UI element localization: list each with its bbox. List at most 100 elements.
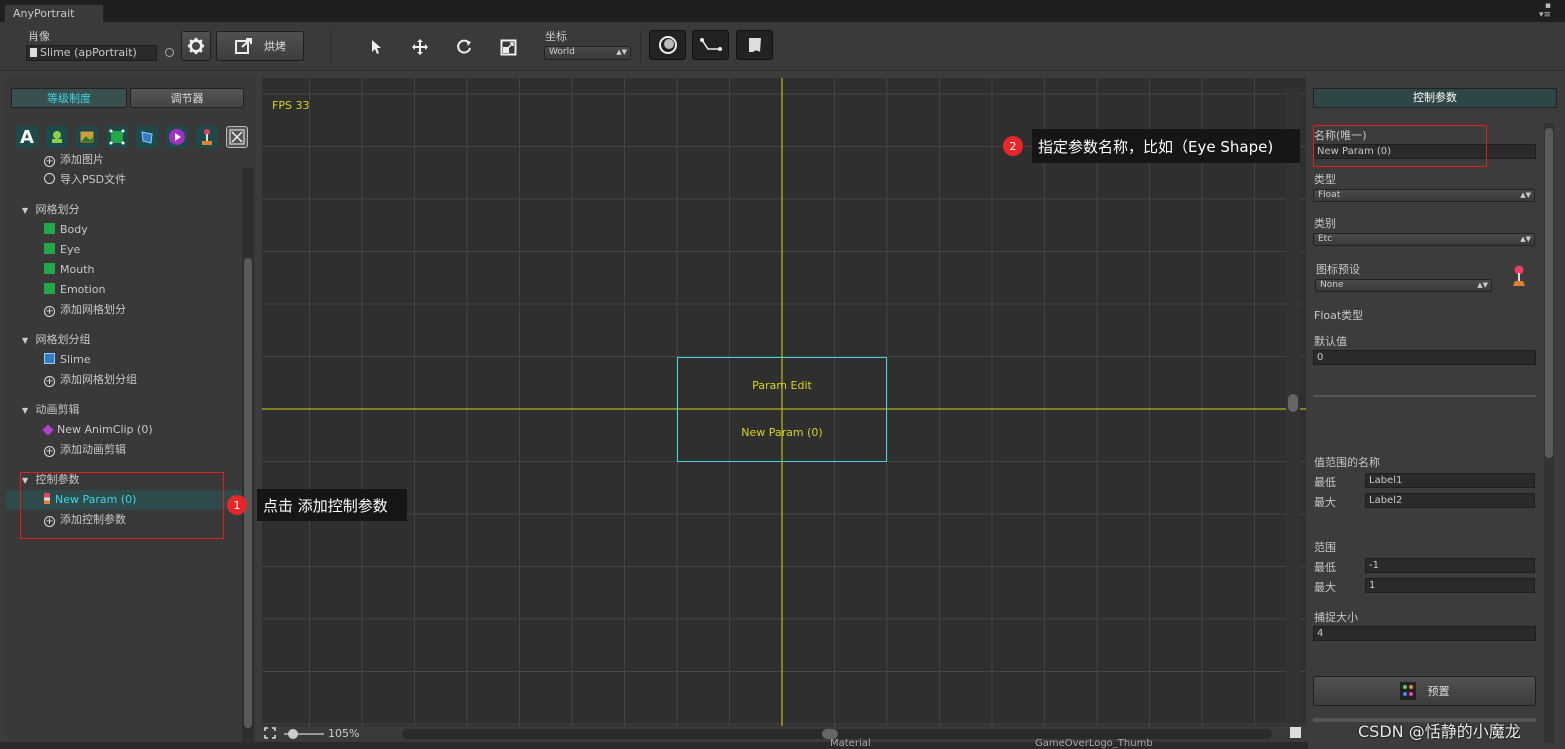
- mesh-label: Mouth: [60, 263, 95, 276]
- coord-dropdown[interactable]: World ▲▼: [544, 46, 631, 60]
- preset-label: 预置: [1427, 685, 1450, 698]
- vscroll-thumb[interactable]: [1288, 394, 1298, 412]
- add-mesh-label: 添加网格划分: [60, 303, 126, 316]
- mesh-group-section-header[interactable]: ▼ 网格划分组: [22, 330, 258, 350]
- scrollbar-thumb[interactable]: [244, 258, 252, 728]
- window-tab-bar: AnyPortrait ▪ ▾≡: [0, 0, 1565, 22]
- move-tool-button[interactable]: [408, 35, 432, 59]
- category-dropdown[interactable]: Etc ▲▼: [1313, 233, 1535, 246]
- bone-button[interactable]: [692, 30, 729, 60]
- onion-skin-button[interactable]: [649, 30, 686, 60]
- portrait-field[interactable]: Slime (apPortrait): [26, 45, 157, 61]
- cursor-icon: [372, 40, 381, 54]
- expand-arrow-icon: ▼: [22, 406, 29, 415]
- plus-circle-icon: +: [44, 156, 55, 167]
- mesh-group-icon: [44, 353, 55, 364]
- image-icon[interactable]: [76, 126, 98, 148]
- type-dropdown[interactable]: Float ▲▼: [1313, 189, 1535, 202]
- range-min-label: 最低: [1314, 561, 1336, 574]
- zoom-slider[interactable]: [284, 729, 324, 739]
- portrait-label: 肖像: [28, 30, 50, 43]
- inspector-scrollbar[interactable]: [1544, 123, 1554, 743]
- bone-icon: [699, 38, 722, 51]
- mesh-icon: [44, 283, 55, 294]
- mesh-group-icon[interactable]: [136, 126, 158, 148]
- rotate-tool-button[interactable]: [452, 35, 476, 59]
- bake-button[interactable]: 烘烤: [216, 31, 304, 61]
- default-label: 默认值: [1314, 335, 1347, 348]
- zoom-slider-thumb[interactable]: [288, 729, 298, 739]
- tab-controller[interactable]: 调节器: [130, 88, 244, 108]
- background-material-label: Material: [830, 738, 871, 749]
- highlight-box-param: [20, 472, 224, 539]
- animation-icon[interactable]: [166, 126, 188, 148]
- cloth-icon: [748, 38, 761, 52]
- param-edit-box: Param Edit New Param (0): [677, 357, 887, 462]
- import-psd-label: 导入PSD文件: [60, 173, 127, 186]
- settings-button[interactable]: [181, 31, 211, 61]
- snap-input[interactable]: 4: [1313, 626, 1536, 641]
- window-tab-anyportrait[interactable]: AnyPortrait: [4, 4, 104, 22]
- anim-clip-label: New AnimClip (0): [57, 423, 153, 436]
- mesh-section-label: 网格划分: [35, 203, 80, 216]
- anim-section-header[interactable]: ▼ 动画剪辑: [22, 400, 258, 420]
- tab-hierarchy[interactable]: 等级制度: [11, 88, 127, 108]
- type-label: 类型: [1314, 173, 1336, 186]
- root-unit-icon[interactable]: A: [16, 126, 38, 148]
- character-icon[interactable]: [46, 126, 68, 148]
- type-value: Float: [1318, 190, 1341, 200]
- inspector-scroll-thumb[interactable]: [1545, 128, 1553, 458]
- plus-circle-icon: +: [44, 376, 55, 387]
- editor-canvas[interactable]: FPS 33 Param Edit New Param (0): [262, 78, 1306, 726]
- hierarchy-scrollbar[interactable]: [242, 168, 254, 742]
- step-badge-1: 1: [227, 495, 247, 515]
- preset-button[interactable]: 预置: [1313, 676, 1536, 706]
- physics-button[interactable]: [736, 30, 773, 60]
- inspector-panel: 控制参数 名称(唯一) New Param (0) 类型 Float ▲▼ 类别 …: [1308, 78, 1565, 749]
- plus-circle-icon: +: [44, 306, 55, 317]
- fit-screen-icon[interactable]: [264, 727, 276, 739]
- scale-tool-button[interactable]: [496, 35, 520, 59]
- canvas-vscroll[interactable]: [1286, 88, 1300, 726]
- icon-preset-dropdown[interactable]: None ▲▼: [1315, 279, 1492, 292]
- control-param-icon[interactable]: [196, 126, 218, 148]
- corner-toggle-icon[interactable]: [1290, 727, 1301, 738]
- hierarchy-panel: 等级制度 调节器 A + 添加图片 导入PSD文件 ▼ 网格划分 Body Eye…: [6, 78, 256, 742]
- joystick-icon: [1511, 264, 1527, 288]
- psd-icon: [44, 173, 55, 184]
- window-menu-icon[interactable]: ▪ ▾≡: [1539, 2, 1551, 20]
- category-label: 类别: [1314, 217, 1336, 230]
- range-max-input[interactable]: 1: [1365, 578, 1535, 593]
- add-mesh-group-label: 添加网格划分组: [60, 373, 137, 386]
- default-input[interactable]: 0: [1313, 350, 1536, 365]
- dropdown-arrow-icon: ▲▼: [616, 48, 627, 56]
- label-max-input[interactable]: Label2: [1365, 493, 1535, 508]
- bake-label: 烘烤: [264, 40, 286, 53]
- anim-clip-icon: [42, 424, 54, 436]
- mesh-section-header[interactable]: ▼ 网格划分: [22, 200, 258, 220]
- close-all-icon[interactable]: [226, 126, 248, 148]
- mesh-label: Body: [60, 223, 88, 236]
- toolbar: 肖像 Slime (apPortrait) 烘烤 坐标 World ▲▼: [0, 22, 1565, 71]
- export-icon: [235, 38, 252, 54]
- range-min-input[interactable]: -1: [1365, 558, 1535, 573]
- mesh-icon: [44, 243, 55, 254]
- mesh-label: Eye: [60, 243, 81, 256]
- select-tool-button[interactable]: [364, 35, 388, 59]
- gear-icon: [187, 37, 205, 55]
- add-image-item[interactable]: + 添加图片: [44, 150, 280, 170]
- callout-2: 指定参数名称，比如（Eye Shape): [1032, 129, 1300, 163]
- rotate-icon: [457, 39, 471, 54]
- move-icon: [412, 39, 428, 55]
- category-value: Etc: [1318, 234, 1333, 244]
- highlight-box-name: [1313, 125, 1487, 167]
- scale-icon: [500, 39, 516, 55]
- object-picker-icon[interactable]: [165, 48, 174, 57]
- param-edit-title: Param Edit: [752, 379, 812, 392]
- expand-arrow-icon: ▼: [22, 336, 29, 345]
- mesh-icon[interactable]: [106, 126, 128, 148]
- dropdown-arrow-icon: ▲▼: [1477, 281, 1488, 289]
- label-min-input[interactable]: Label1: [1365, 473, 1535, 488]
- add-image-label: 添加图片: [60, 153, 104, 166]
- float-type-label: Float类型: [1314, 309, 1364, 322]
